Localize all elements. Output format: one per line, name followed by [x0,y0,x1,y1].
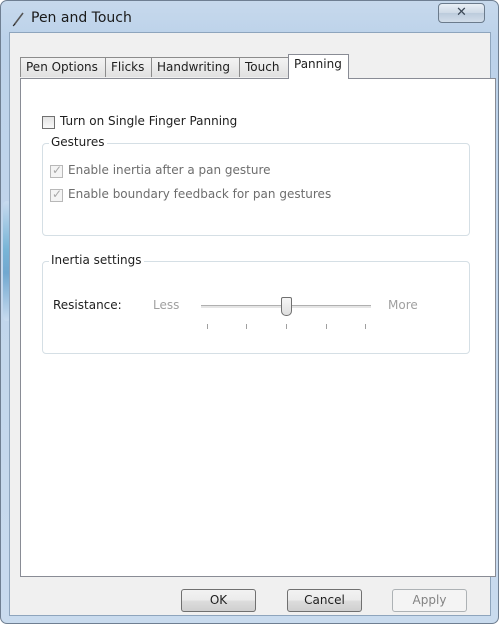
pen-icon [12,12,24,27]
tab-touch[interactable]: Touch [239,57,289,77]
inertia-settings-group: Inertia settings Resistance: Less More [42,253,470,354]
inertia-settings-legend: Inertia settings [49,253,144,267]
ok-button[interactable]: OK [181,589,256,612]
tab-panning[interactable]: Panning [288,54,349,79]
tab-pen-options[interactable]: Pen Options [20,57,106,77]
slider-tick [286,324,287,329]
window-title: Pen and Touch [31,10,132,26]
close-button[interactable]: ✕ [438,3,485,23]
more-label: More [388,298,418,312]
resistance-slider-thumb[interactable] [281,297,292,316]
inertia-label[interactable]: Enable inertia after a pan gesture [68,163,271,177]
single-finger-panning-checkbox[interactable] [42,116,55,129]
resistance-label: Resistance: [53,298,122,312]
close-icon: ✕ [456,5,467,20]
dialog-client-area: Pen Options Flicks Handwriting Touch Pan… [9,32,496,616]
check-icon: ✓ [52,187,63,201]
inertia-checkbox[interactable]: ✓ [50,163,63,178]
tab-flicks[interactable]: Flicks [105,57,152,77]
less-label: Less [153,298,180,312]
tab-handwriting[interactable]: Handwriting [151,57,240,77]
single-finger-panning-label[interactable]: Turn on Single Finger Panning [60,114,237,128]
slider-tick [207,324,208,329]
apply-button[interactable]: Apply [392,589,467,612]
slider-tick [246,324,247,329]
cancel-button[interactable]: Cancel [287,589,362,612]
title-bar[interactable]: Pen and Touch ✕ [1,1,498,33]
check-icon: ✓ [52,163,63,177]
dialog-window: Pen and Touch ✕ Pen Options Flicks Handw… [0,0,499,624]
panning-panel: Turn on Single Finger Panning Gestures ✓… [20,78,496,577]
boundary-feedback-label[interactable]: Enable boundary feedback for pan gesture… [68,187,331,201]
boundary-feedback-checkbox[interactable]: ✓ [50,187,63,202]
gestures-legend: Gestures [49,135,107,149]
slider-tick [326,324,327,329]
gestures-group: Gestures ✓ Enable inertia after a pan ge… [42,135,470,236]
slider-tick [365,324,366,329]
